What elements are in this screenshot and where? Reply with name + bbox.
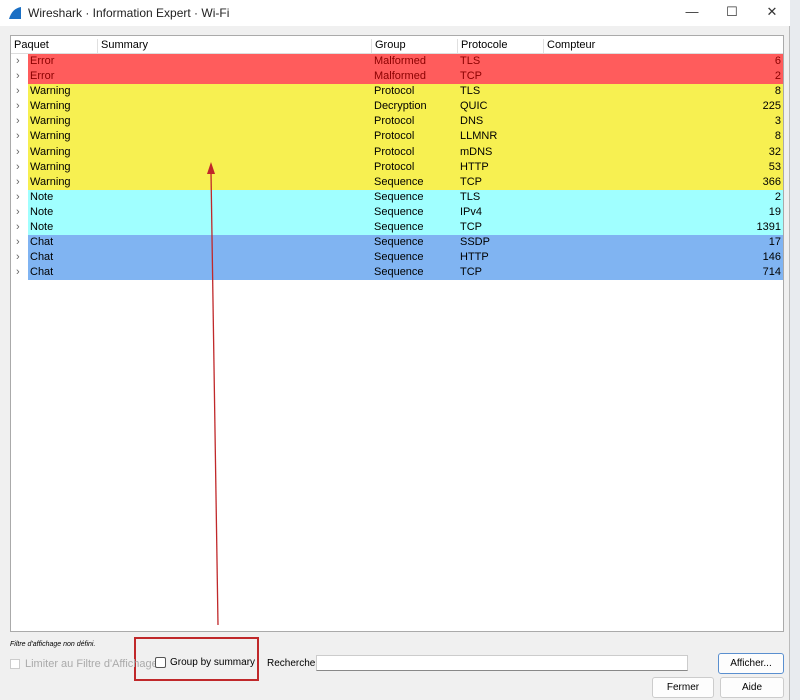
group-label: Group by summary (170, 657, 256, 668)
checkbox-box[interactable] (10, 659, 20, 669)
show-button[interactable]: Afficher... (718, 653, 784, 674)
filter-status: Filtre d'affichage non défini. (10, 641, 96, 648)
red-arrow-annotation (134, 162, 259, 681)
search-label: Recherche: (267, 658, 319, 669)
close-button[interactable]: Fermer (652, 677, 714, 698)
checkbox-box[interactable] (155, 657, 166, 668)
help-button[interactable]: Aide (720, 677, 784, 698)
group-by-summary-checkbox[interactable]: Group by summary (155, 657, 255, 668)
limit-label: Limiter au Filtre d'Affichage (25, 658, 158, 670)
limit-to-filter-checkbox[interactable]: Limiter au Filtre d'Affichage (10, 658, 158, 670)
search-input[interactable] (316, 655, 688, 671)
